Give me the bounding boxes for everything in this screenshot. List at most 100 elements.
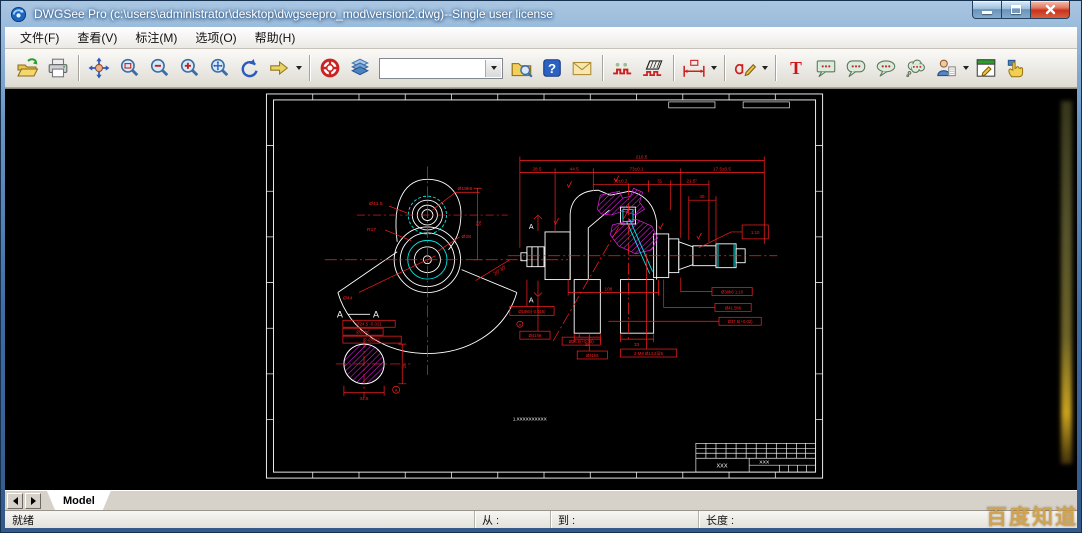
cad-drawing: XXX XXX — [5, 89, 1077, 490]
drawing-canvas[interactable]: XXX XXX — [5, 88, 1077, 490]
side-dim-u3: 21.5° — [686, 178, 697, 183]
side-box-p2: Ø41.5h6 — [725, 305, 742, 310]
app-window: DWGSee Pro (c:\users\administrator\deskt… — [0, 0, 1082, 533]
front-dim-2: Ø41.5 — [369, 201, 383, 207]
send-mail-button[interactable] — [567, 53, 597, 83]
client-area: 文件(F) 查看(V) 标注(M) 选项(O) 帮助(H) — [5, 27, 1077, 528]
toolbar-separator — [724, 55, 725, 81]
pick-hand-button[interactable] — [1001, 53, 1031, 83]
zoom-out-icon — [148, 57, 170, 79]
find-drawing-button[interactable] — [507, 53, 537, 83]
side-dim-overall: 210.5 — [636, 155, 648, 160]
combobox-dropdown-icon[interactable] — [485, 60, 501, 77]
stamp-button[interactable] — [931, 53, 961, 83]
titleblock-cell-2: XXX — [759, 460, 770, 466]
life-ring-button[interactable] — [315, 53, 345, 83]
text-markup-button[interactable]: T — [781, 53, 811, 83]
layout-tabbar: Model — [5, 490, 1077, 510]
next-markup-dropdown[interactable] — [294, 53, 304, 83]
menu-file[interactable]: 文件(F) — [11, 26, 68, 49]
side-box-3: Ø24.5(+0.05) — [569, 339, 595, 344]
help-icon: ? — [541, 57, 563, 79]
note-rect-button[interactable] — [811, 53, 841, 83]
freehand-markup-dropdown[interactable] — [760, 53, 770, 83]
measure-distance-button[interactable] — [608, 53, 638, 83]
zoom-extents-icon — [208, 57, 230, 79]
layers-icon — [349, 57, 371, 79]
maximize-icon — [1011, 5, 1021, 14]
tab-scroll-right-button[interactable] — [25, 493, 41, 509]
next-markup-button[interactable] — [264, 53, 294, 83]
layout-combobox-input[interactable] — [380, 59, 502, 78]
zoom-in-button[interactable] — [174, 53, 204, 83]
window-controls — [972, 1, 1070, 19]
measure-distance-icon — [611, 57, 635, 79]
freehand-markup-button[interactable] — [730, 53, 760, 83]
note-ellipse-button[interactable] — [871, 53, 901, 83]
toolbar-separator — [309, 55, 310, 81]
zoom-window-button[interactable] — [114, 53, 144, 83]
rotate-button[interactable] — [234, 53, 264, 83]
close-button[interactable] — [1030, 1, 1070, 19]
note-rounded-button[interactable] — [841, 53, 871, 83]
layout-combobox[interactable] — [379, 58, 503, 79]
note-cloud-button[interactable] — [901, 53, 931, 83]
markup-manager-button[interactable] — [971, 53, 1001, 83]
zoom-extents-button[interactable] — [204, 53, 234, 83]
side-dim-u2: 31 — [657, 178, 663, 183]
next-arrow-icon — [268, 57, 290, 79]
side-taper-box: 1:10 — [751, 230, 760, 235]
dimension-dropdown[interactable] — [709, 53, 719, 83]
find-folder-icon — [510, 57, 534, 79]
measure-area-button[interactable] — [638, 53, 668, 83]
pan-button[interactable] — [84, 53, 114, 83]
side-section-a-bottom: A — [529, 297, 534, 304]
hatched-web-lower — [610, 219, 657, 254]
minimize-button[interactable] — [972, 1, 1002, 19]
measure-area-icon — [641, 57, 665, 79]
maximize-button[interactable] — [1002, 1, 1030, 19]
svg-text:T: T — [790, 58, 802, 78]
tab-scroll-left-button[interactable] — [7, 493, 23, 509]
menu-help[interactable]: 帮助(H) — [246, 26, 305, 49]
help-button[interactable]: ? — [537, 53, 567, 83]
titleblock-cell-1: XXX — [716, 464, 727, 470]
section-dim-h: 25 — [402, 363, 407, 369]
zoom-out-button[interactable] — [144, 53, 174, 83]
side-dim-t1: 28.5 — [532, 166, 541, 171]
section-view: A A Ø24.5 -0.021 Ø28h6 2-Ø8H7 — [336, 309, 410, 401]
window-title: DWGSee Pro (c:\users\administrator\deskt… — [34, 7, 553, 21]
front-dim-7: 52 — [477, 220, 483, 226]
svg-text:?: ? — [548, 61, 556, 76]
layers-button[interactable] — [345, 53, 375, 83]
title-block: XXX XXX — [696, 443, 816, 472]
zoom-window-icon — [118, 57, 140, 79]
front-view: Ø18k6 Ø41.5 R17 Ø28 Ø44 20°30' 52 — [325, 166, 568, 374]
menu-options[interactable]: 选项(O) — [186, 26, 245, 49]
open-button[interactable] — [13, 53, 43, 83]
titlebar[interactable]: DWGSee Pro (c:\users\administrator\deskt… — [1, 1, 1081, 27]
markup-manager-icon — [974, 57, 998, 79]
side-box-4: Ø41h6 — [586, 353, 599, 358]
side-dim-t3: 73±0.1 — [629, 166, 644, 171]
front-dim-6: 20°30' — [493, 265, 508, 278]
freehand-pencil-icon — [733, 57, 757, 79]
stamp-dropdown[interactable] — [961, 53, 971, 83]
menu-view[interactable]: 查看(V) — [68, 26, 126, 49]
side-view: 210.5 28.5 44.5 73±0.1 17.5±0.5 38±0.2 3… — [508, 155, 778, 422]
note-rounded-icon — [844, 57, 868, 79]
note-cloud-icon — [904, 57, 928, 79]
side-dim-t4: 17.5±0.5 — [713, 166, 731, 171]
drawing-note: 1.XXXXXXXXXX — [513, 417, 547, 422]
side-section-a-top: A — [529, 224, 534, 231]
print-button[interactable] — [43, 53, 73, 83]
dimension-button[interactable] — [679, 53, 709, 83]
menu-markup[interactable]: 标注(M) — [126, 26, 186, 49]
zoom-in-icon — [178, 57, 200, 79]
minimize-icon — [982, 11, 992, 14]
pick-hand-icon — [1004, 57, 1028, 79]
tab-model[interactable]: Model — [47, 491, 111, 510]
dimension-icon — [682, 57, 706, 79]
front-dim-1: Ø18k6 — [458, 186, 473, 192]
section-datum: A — [395, 388, 398, 393]
